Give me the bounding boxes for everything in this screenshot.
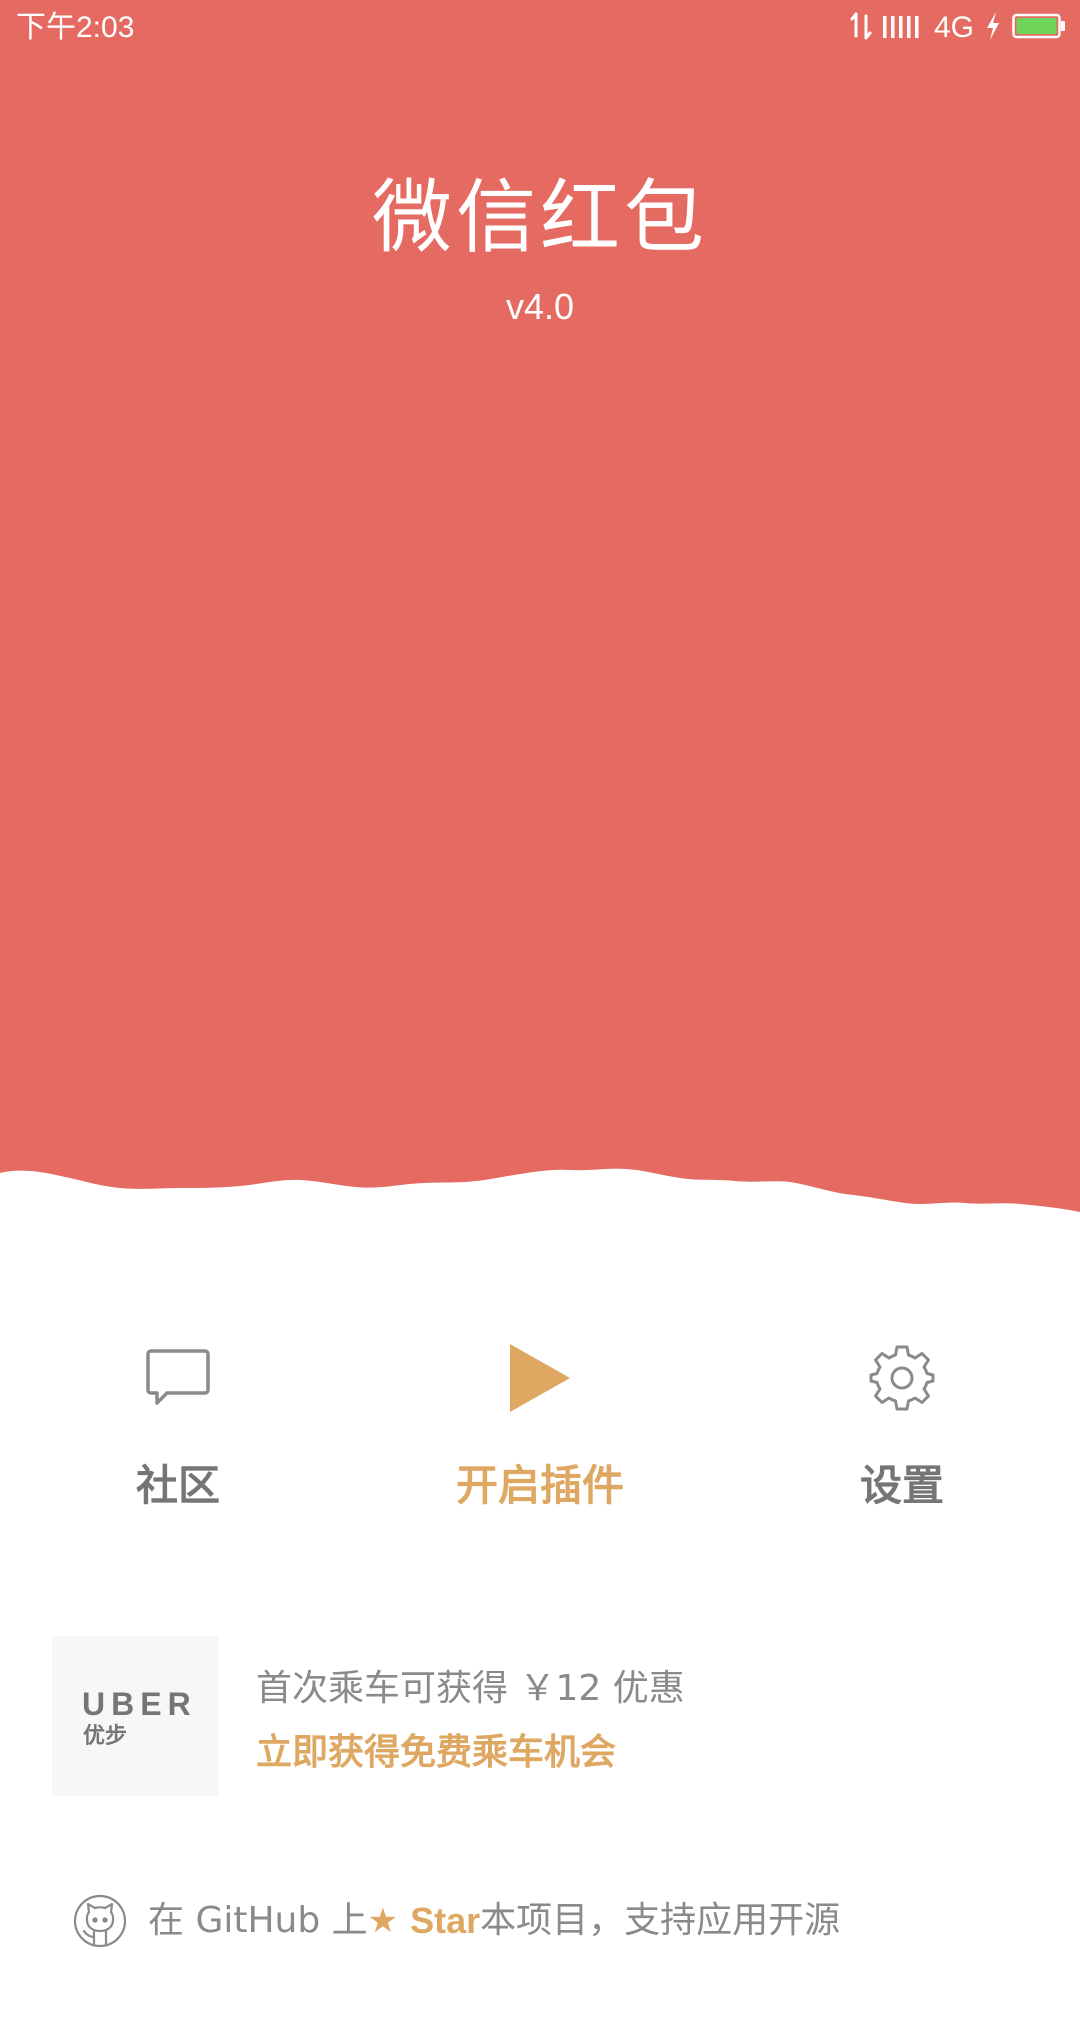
gear-icon bbox=[867, 1343, 937, 1417]
settings-button[interactable]: 设置 bbox=[782, 1340, 1022, 1520]
app-screen: 下午2:03 4G 微信红包 v4.0 社区 开启插件 设置 UBER 优步 首… bbox=[0, 0, 1080, 2040]
uber-logo: UBER 优步 bbox=[52, 1636, 218, 1796]
network-type: 4G bbox=[933, 11, 974, 44]
signal-icon bbox=[882, 12, 922, 44]
app-version: v4.0 bbox=[505, 286, 575, 327]
uber-logo-text-cn: 优步 bbox=[83, 1724, 128, 1749]
play-icon bbox=[508, 1342, 572, 1418]
start-plugin-label: 开启插件 bbox=[455, 1461, 624, 1510]
data-transfer-icon bbox=[850, 12, 872, 44]
promo-description: 首次乘车可获得 ￥12 优惠 bbox=[256, 1668, 685, 1709]
uber-promo-banner[interactable]: UBER 优步 首次乘车可获得 ￥12 优惠 立即获得免费乘车机会 bbox=[52, 1636, 992, 1796]
status-bar: 下午2:03 4G bbox=[0, 0, 1080, 56]
settings-label: 设置 bbox=[859, 1461, 944, 1510]
chat-bubble-icon bbox=[145, 1348, 211, 1412]
star-label: Star bbox=[410, 1900, 481, 1941]
battery-icon bbox=[1012, 13, 1066, 43]
github-icon bbox=[72, 1893, 128, 1949]
status-time: 下午2:03 bbox=[16, 11, 135, 44]
promo-link[interactable]: 立即获得免费乘车机会 bbox=[256, 1730, 616, 1776]
community-label: 社区 bbox=[135, 1461, 220, 1510]
app-title: 微信红包 bbox=[372, 171, 708, 264]
charging-icon bbox=[984, 11, 1002, 45]
uber-logo-text: UBER bbox=[82, 1686, 197, 1722]
start-plugin-button[interactable]: 开启插件 bbox=[420, 1340, 660, 1520]
star-icon: ★ bbox=[367, 1901, 399, 1941]
github-prefix-text: 在 GitHub 上 bbox=[148, 1900, 368, 1941]
community-button[interactable]: 社区 bbox=[58, 1340, 298, 1520]
github-suffix-text: 本项目，支持应用开源 bbox=[480, 1900, 841, 1941]
github-star-link[interactable]: 在 GitHub 上 ★ Star 本项目，支持应用开源 bbox=[72, 1893, 840, 1949]
status-icons: 4G bbox=[850, 10, 1066, 46]
